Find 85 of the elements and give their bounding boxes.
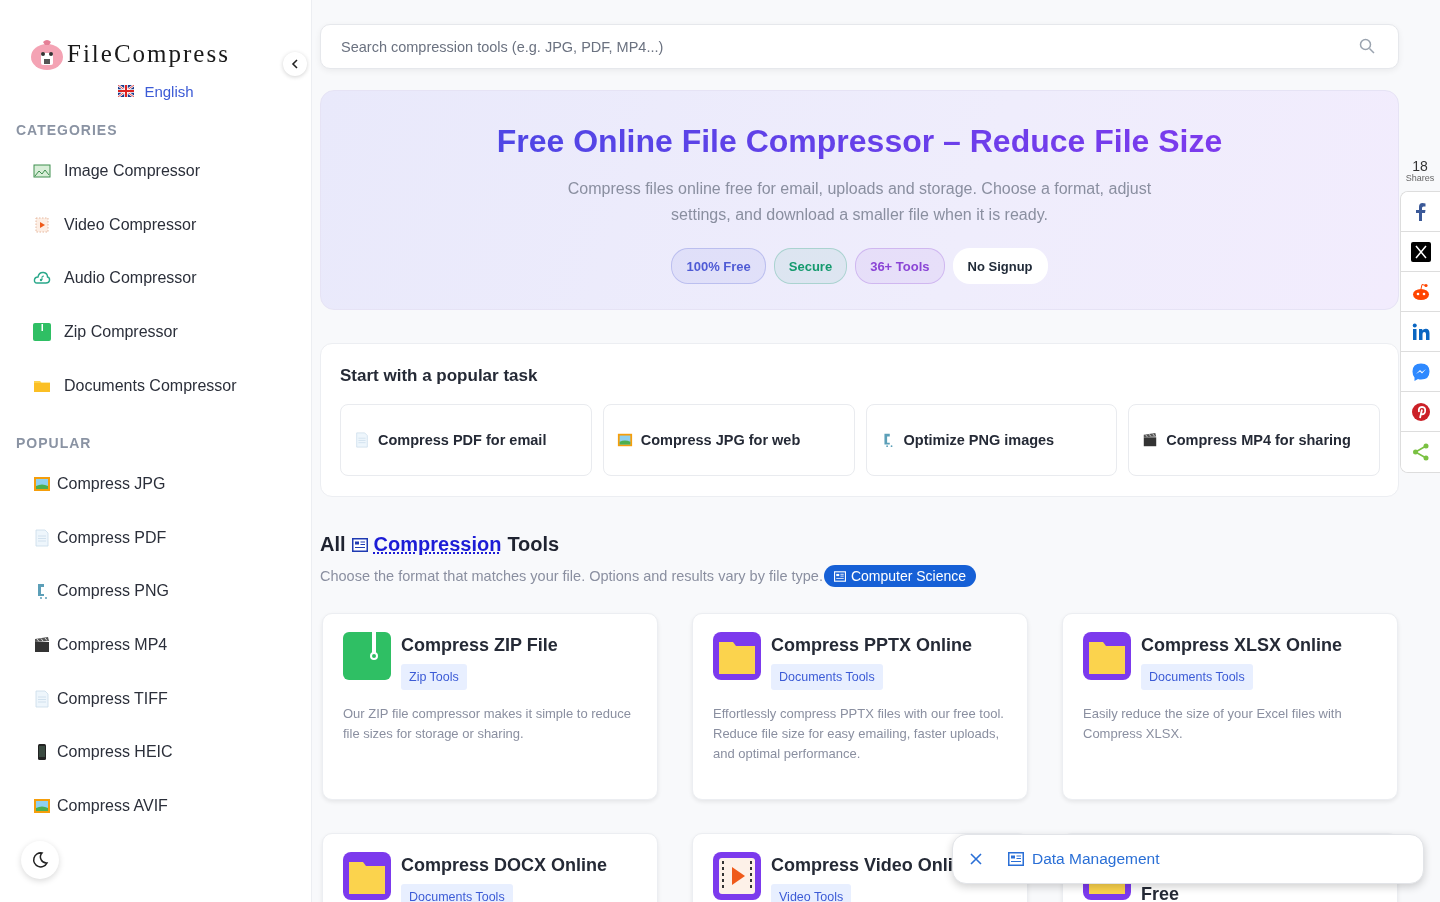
heading-text: Tools <box>507 533 560 556</box>
compression-link[interactable]: Compression <box>373 533 502 556</box>
search-field[interactable]: Search compression tools (e.g. JPG, PDF, MP4...) <box>320 24 1399 69</box>
heading-text: All <box>320 533 346 556</box>
card-description: Effortlessly compress PPTX files with our free tool. Reduce file size for easy emailing, faster uploads, and optimal performance. <box>713 705 1005 763</box>
card-title: Free <box>1141 884 1180 902</box>
section-subtitle: Choose the format that matches your file. Options and results vary by file type. <box>320 568 823 584</box>
section-heading: POPULAR <box>15 435 93 451</box>
category-tag[interactable]: Documents Tools <box>401 884 513 902</box>
category-tag[interactable]: Zip Tools <box>401 664 467 690</box>
feature-badge: No Signup <box>952 248 1048 284</box>
sidebar-item[interactable]: Video Compressor <box>64 215 197 234</box>
x-icon <box>1410 241 1431 262</box>
card-title: Compress Video Onli <box>771 855 953 876</box>
flag-icon <box>118 85 135 97</box>
card-title: Compress DOCX Online <box>401 855 608 876</box>
hero-subtitle: Compress files online free for email, uploads and storage. Choose a format, adjust settings, and download a smaller file when it is ready. <box>566 179 1153 225</box>
logo-text[interactable]: FileCompress <box>67 40 230 68</box>
sidebar-item[interactable]: Compress TIFF <box>57 689 168 708</box>
sidebar-item[interactable]: Compress MP4 <box>57 635 168 654</box>
video-icon <box>33 215 51 234</box>
sidebar-item[interactable]: Compress HEIC <box>57 743 173 762</box>
section-heading: CATEGORIES <box>15 122 119 138</box>
sidebar-item[interactable]: Image Compressor <box>64 161 201 180</box>
task-button[interactable]: Optimize PNG images <box>865 404 1118 476</box>
sidebar-item[interactable]: Compress JPG <box>57 474 166 493</box>
sidebar-item[interactable]: Compress PDF <box>57 528 167 547</box>
share-icon <box>1410 442 1431 462</box>
feature-badge: Secure <box>773 248 848 284</box>
collapse-button[interactable] <box>283 52 307 76</box>
topic-chip[interactable]: Computer Science <box>823 565 977 587</box>
card-title: Compress XLSX Online <box>1141 635 1343 656</box>
messenger-icon <box>1410 361 1431 382</box>
task-button[interactable]: Compress MP4 for sharing <box>1128 404 1380 476</box>
framed-picture-icon <box>33 796 51 815</box>
section-title: Start with a popular task <box>340 366 539 386</box>
newspaper-icon <box>351 537 368 552</box>
clapperboard-icon <box>33 635 51 654</box>
card-description: Our ZIP file compressor makes it simple to reduce file sizes for storage or sharing. <box>343 705 633 743</box>
document-icon <box>354 432 370 448</box>
share-count: 18 <box>1412 158 1428 174</box>
category-tag[interactable]: Documents Tools <box>1141 664 1253 690</box>
tool-card[interactable]: Compress PPTX Online Documents Tools Effortlessly compress PPTX files with our free tool. Reduce file size for easy emailing, faster uploads, and optimal performance. <box>692 613 1028 800</box>
document-icon <box>33 689 51 708</box>
linkedin-icon <box>1410 321 1431 342</box>
card-title: Compress ZIP File <box>401 635 558 656</box>
landscape-icon <box>33 161 51 180</box>
share-label: Shares <box>1405 173 1435 183</box>
sidebar-item[interactable]: Compress PNG <box>57 582 170 601</box>
newspaper-icon <box>1008 852 1024 866</box>
reddit-icon <box>1410 281 1431 302</box>
card-description: Easily reduce the size of your Excel files with Compress XLSX. <box>1083 705 1343 743</box>
newspaper-icon <box>833 570 846 582</box>
task-button[interactable]: Compress PDF for email <box>340 404 592 476</box>
tool-card[interactable]: Compress DOCX Online Documents Tools <box>322 833 658 902</box>
moon-icon <box>30 850 50 870</box>
tool-card[interactable]: Compress ZIP File Zip Tools Our ZIP file compressor makes it simple to reduce file sizes for storage or sharing. <box>322 613 658 800</box>
folder-icon <box>713 632 761 680</box>
framed-picture-icon <box>33 474 51 493</box>
card-title: Compress PPTX Online <box>771 635 973 656</box>
tool-card[interactable]: Compress XLSX Online Documents Tools Easily reduce the size of your Excel files with Compress XLSX. <box>1062 613 1398 800</box>
language-link[interactable]: English <box>144 82 194 100</box>
sidebar-item[interactable]: Documents Compressor <box>64 377 237 396</box>
task-button[interactable]: Compress JPG for web <box>602 404 855 476</box>
sidebar-item[interactable]: Audio Compressor <box>64 269 197 288</box>
folder-icon <box>343 852 391 900</box>
zip-icon <box>343 632 391 680</box>
category-tag[interactable]: Video Tools <box>771 884 852 902</box>
feature-badge: 36+ Tools <box>855 248 945 284</box>
video-player-icon <box>713 852 761 900</box>
sidebar-item[interactable]: Zip Compressor <box>64 323 178 342</box>
document-icon <box>33 528 51 547</box>
feature-badge: 100% Free <box>671 248 766 284</box>
sidebar-item[interactable]: Compress AVIF <box>57 796 168 815</box>
pinterest-icon <box>1410 401 1431 422</box>
folder-icon <box>1083 632 1131 680</box>
search-icon[interactable] <box>1359 38 1375 54</box>
share-button[interactable] <box>1400 192 1440 232</box>
chevron-left-icon <box>289 58 301 70</box>
zip-icon <box>33 323 51 342</box>
clapperboard-icon <box>1142 432 1159 448</box>
dark-mode-button[interactable] <box>21 841 59 879</box>
category-tag[interactable]: Documents Tools <box>771 664 883 690</box>
framed-picture-icon <box>616 432 633 448</box>
close-icon[interactable] <box>970 853 982 865</box>
